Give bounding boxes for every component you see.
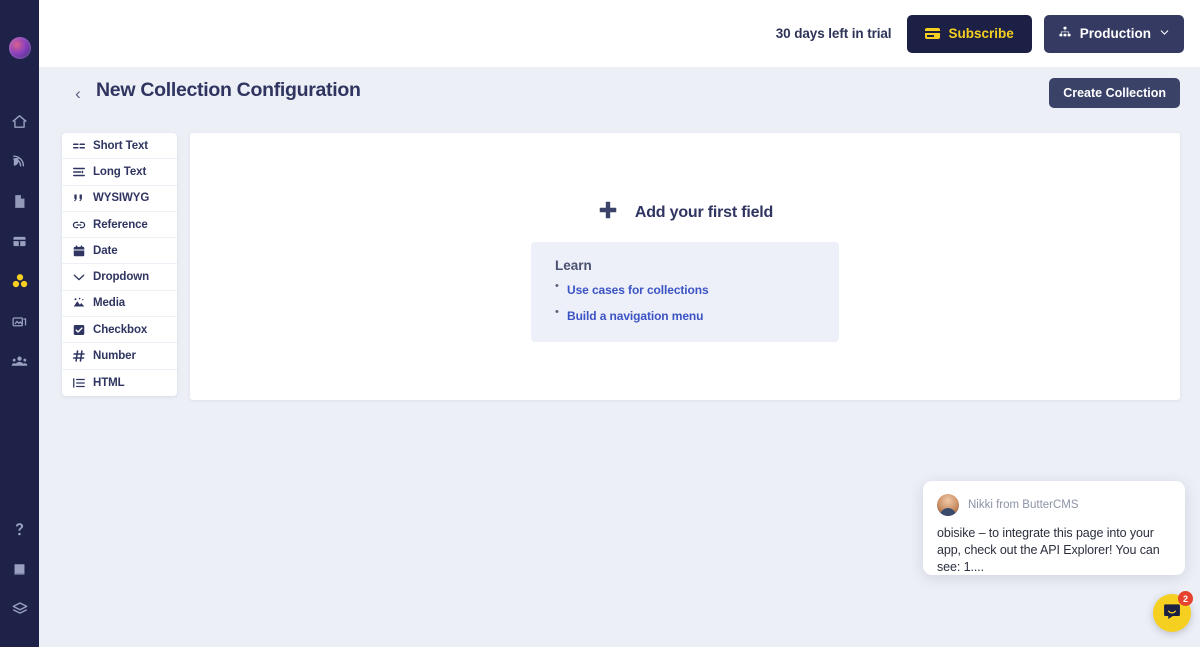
field-type-checkbox[interactable]: Checkbox [62, 317, 177, 344]
field-type-number[interactable]: Number [62, 343, 177, 370]
calendar-icon [71, 244, 86, 258]
field-type-label: Dropdown [93, 271, 150, 284]
field-type-list: Short Text Long Text WYSIWYG Reference D [62, 133, 177, 396]
environment-label: Production [1079, 26, 1151, 41]
avatar [937, 494, 959, 516]
sidebar-item-pages[interactable] [0, 181, 39, 221]
field-type-long-text[interactable]: Long Text [62, 159, 177, 186]
team-icon [11, 353, 28, 370]
sidebar-item-blog[interactable] [0, 141, 39, 181]
field-type-label: Short Text [93, 139, 149, 152]
page-header: ‹ New Collection Configuration Create Co… [39, 67, 1200, 120]
sidebar-bottom-items [0, 509, 39, 629]
field-type-media[interactable]: Media [62, 291, 177, 318]
primary-sidebar [0, 0, 39, 647]
docs-icon [11, 561, 28, 578]
long-text-icon [71, 165, 86, 179]
link-icon [71, 218, 86, 232]
sidebar-item-media[interactable] [0, 301, 39, 341]
collections-icon [11, 272, 29, 290]
field-type-label: Media [93, 297, 126, 310]
field-type-label: Number [93, 350, 136, 363]
create-collection-button[interactable]: Create Collection [1049, 78, 1180, 108]
subscribe-button[interactable]: Subscribe [907, 14, 1032, 53]
field-type-date[interactable]: Date [62, 238, 177, 265]
sidebar-item-collections[interactable] [0, 261, 39, 301]
pages-icon [11, 193, 28, 210]
chat-icon [1162, 601, 1182, 626]
short-text-icon [71, 139, 86, 153]
learn-link-navigation-menu[interactable]: Build a navigation menu [567, 309, 703, 323]
plus-icon [597, 199, 619, 226]
sidebar-main-items [0, 101, 39, 381]
credit-card-icon [925, 28, 941, 39]
subscribe-label: Subscribe [948, 26, 1014, 41]
add-first-field-label: Add your first field [634, 203, 774, 221]
intercom-message-body: obisike – to integrate this page into yo… [937, 526, 1160, 574]
field-type-label: Reference [93, 218, 148, 231]
chevron-down-icon [71, 270, 86, 284]
field-type-label: WYSIWYG [93, 192, 150, 205]
learn-card: Learn Use cases for collections Build a … [531, 242, 839, 342]
trial-status-text: 30 days left in trial [775, 26, 892, 41]
list-icon [71, 376, 86, 390]
field-type-reference[interactable]: Reference [62, 212, 177, 239]
top-bar: 30 days left in trial Subscribe Producti… [39, 0, 1200, 67]
list-item: Build a navigation menu [555, 306, 839, 325]
field-type-label: Long Text [93, 165, 147, 178]
image-icon [71, 296, 86, 310]
hash-icon [71, 349, 86, 363]
intercom-launcher-button[interactable]: 2 [1153, 591, 1193, 632]
field-type-short-text[interactable]: Short Text [62, 133, 177, 160]
buttercms-avatar-logo[interactable] [8, 37, 31, 59]
field-type-html[interactable]: HTML [62, 370, 177, 396]
learn-title: Learn [555, 258, 592, 273]
components-icon [11, 233, 28, 250]
learn-link-use-cases[interactable]: Use cases for collections [567, 283, 709, 297]
page-title: New Collection Configuration [96, 79, 361, 101]
add-first-field-button[interactable]: Add your first field [190, 199, 1180, 226]
field-type-label: HTML [93, 376, 125, 389]
quote-icon [71, 191, 86, 205]
field-type-label: Date [93, 244, 118, 257]
intercom-message-header: Nikki from ButterCMS [937, 494, 1169, 516]
intercom-sender-name: Nikki from ButterCMS [968, 499, 1079, 511]
sidebar-item-docs[interactable] [0, 549, 39, 589]
back-button[interactable]: ‹ [67, 82, 89, 104]
chevron-down-icon [1159, 26, 1170, 41]
learn-links-list: Use cases for collections Build a naviga… [555, 280, 839, 325]
sidebar-item-team[interactable] [0, 341, 39, 381]
collection-fields-panel: Add your first field Learn Use cases for… [190, 133, 1180, 400]
sidebar-item-layers[interactable] [0, 589, 39, 629]
unread-count-badge: 2 [1178, 591, 1193, 606]
layers-icon [11, 600, 29, 618]
list-item: Use cases for collections [555, 280, 839, 299]
sidebar-item-help[interactable] [0, 509, 39, 549]
help-icon [11, 521, 28, 538]
sidebar-item-components[interactable] [0, 221, 39, 261]
sidebar-item-home[interactable] [0, 101, 39, 141]
intercom-message-popup[interactable]: Nikki from ButterCMS obisike – to integr… [923, 481, 1185, 575]
field-type-dropdown[interactable]: Dropdown [62, 264, 177, 291]
hierarchy-icon [1058, 25, 1072, 42]
home-icon [11, 113, 28, 130]
field-type-wysiwyg[interactable]: WYSIWYG [62, 186, 177, 212]
field-type-label: Checkbox [93, 323, 148, 336]
blog-icon [11, 153, 28, 170]
media-icon [11, 313, 28, 330]
app-root: 30 days left in trial Subscribe Producti… [0, 0, 1200, 647]
checkbox-icon [71, 323, 86, 337]
environment-selector-button[interactable]: Production [1043, 14, 1184, 53]
